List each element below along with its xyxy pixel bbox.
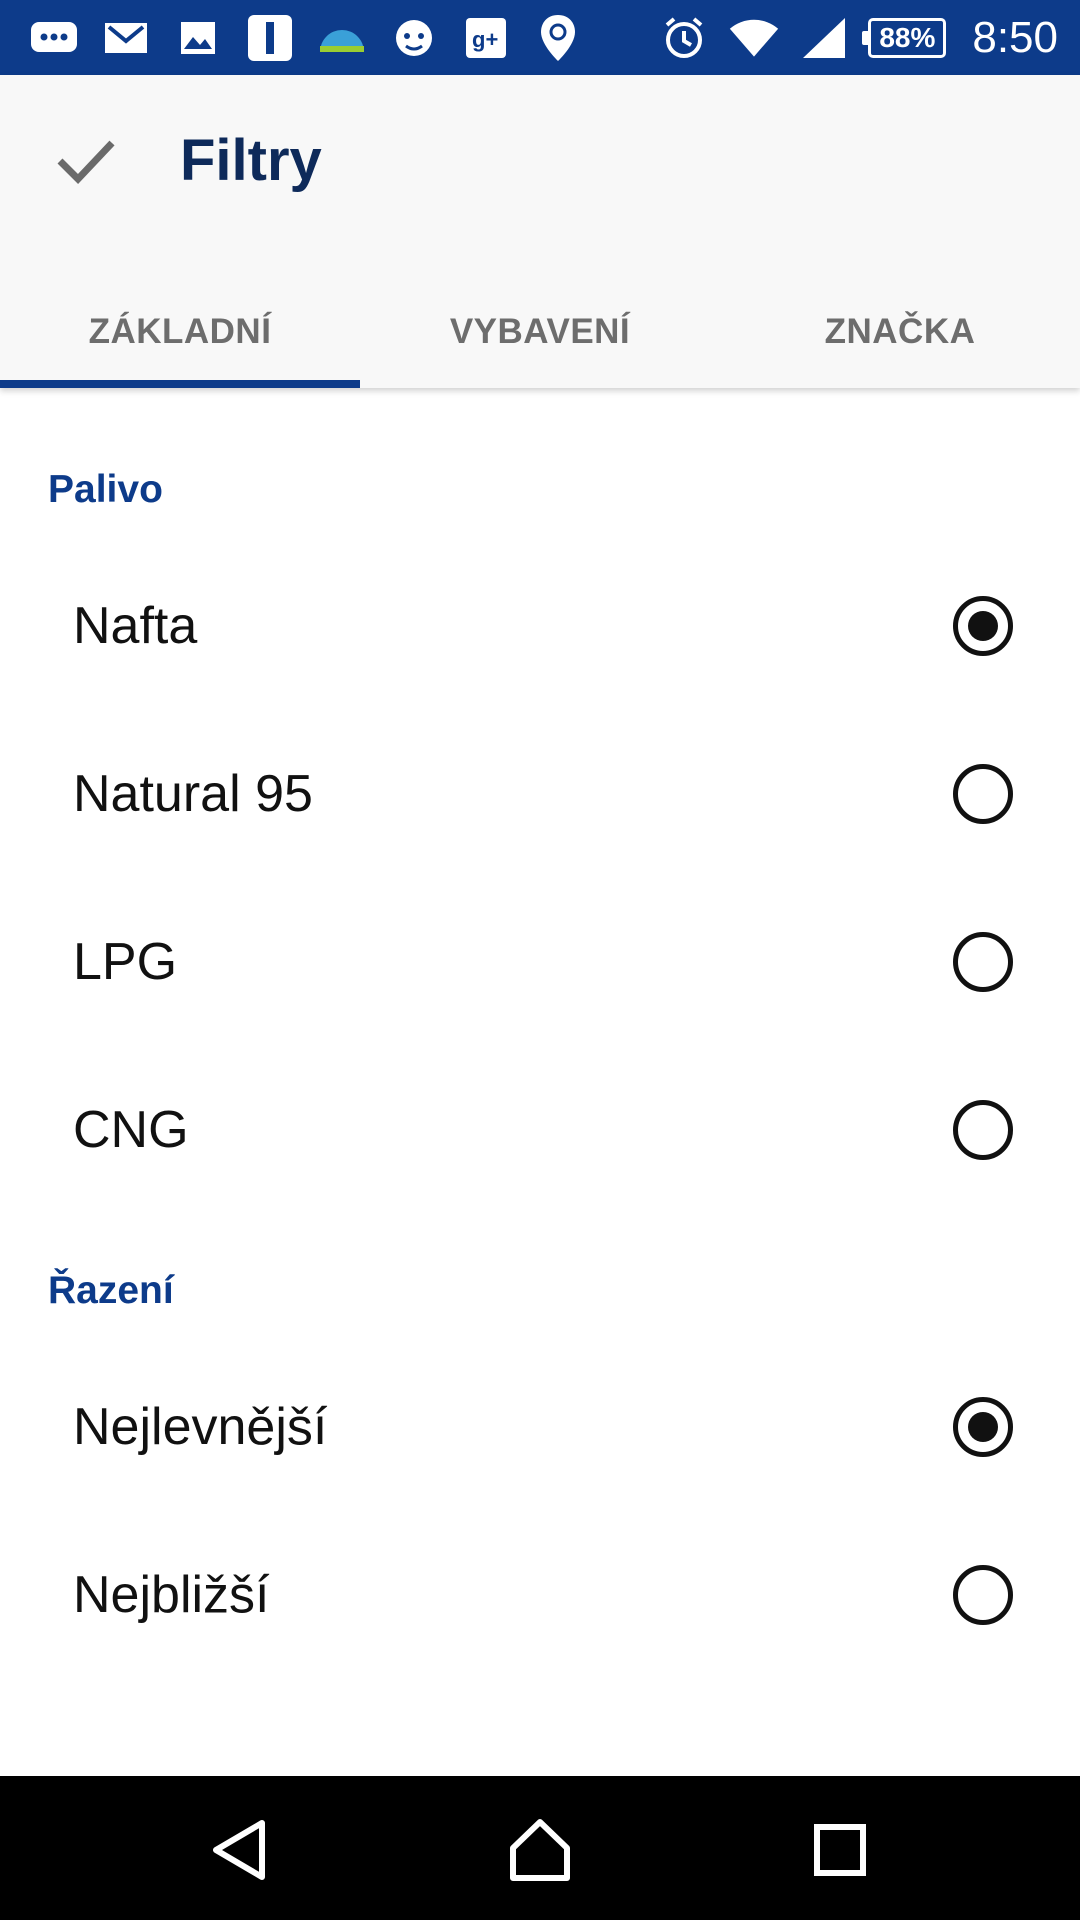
app-i-icon [244, 12, 296, 64]
wifi-icon [728, 12, 780, 64]
tab-zakladni[interactable]: ZÁKLADNÍ [0, 275, 360, 388]
radio-option-lpg[interactable]: LPG [0, 892, 1080, 1032]
weather-icon [316, 12, 368, 64]
tab-znacka[interactable]: ZNAČKA [720, 275, 1080, 388]
signal-icon [798, 12, 850, 64]
section-title-fuel: Palivo [48, 468, 163, 511]
page-title: Filtry [180, 128, 322, 193]
radio-option-nejlevnejsi[interactable]: Nejlevnější [0, 1357, 1080, 1497]
google-plus-icon: g+ [460, 12, 512, 64]
messages-icon [28, 12, 80, 64]
radio-button[interactable] [953, 932, 1013, 992]
option-label: LPG [73, 933, 178, 991]
system-indicators: 88% 8:50 [658, 0, 1058, 75]
navigation-bar [0, 1776, 1080, 1920]
radio-option-cng[interactable]: CNG [0, 1060, 1080, 1200]
app-bar: Filtry ZÁKLADNÍ VYBAVENÍ ZNAČKA [0, 75, 1080, 388]
notification-icons: g+ [28, 12, 604, 64]
clock: 8:50 [972, 12, 1058, 62]
check-icon[interactable] [52, 125, 120, 193]
option-label: Natural 95 [73, 765, 313, 823]
gmail-icon [100, 12, 152, 64]
radio-button-checked[interactable] [953, 596, 1013, 656]
location-pin-icon [532, 12, 584, 64]
radio-option-natural-95[interactable]: Natural 95 [0, 724, 1080, 864]
option-label: Nejlevnější [73, 1398, 328, 1456]
home-icon[interactable] [500, 1810, 580, 1890]
radio-option-nafta[interactable]: Nafta [0, 556, 1080, 696]
gallery-icon [172, 12, 224, 64]
recents-icon[interactable] [800, 1810, 880, 1890]
radio-option-nejblizsi[interactable]: Nejbližší [0, 1525, 1080, 1665]
alarm-icon [658, 12, 710, 64]
option-label: Nafta [73, 597, 198, 655]
status-bar: g+ 88% 8:50 [0, 0, 1080, 75]
tab-vybaveni[interactable]: VYBAVENÍ [360, 275, 720, 388]
radio-button-checked[interactable] [953, 1397, 1013, 1457]
radio-button[interactable] [953, 1100, 1013, 1160]
tab-bar: ZÁKLADNÍ VYBAVENÍ ZNAČKA [0, 275, 1080, 388]
section-title-sorting: Řazení [48, 1269, 174, 1312]
radio-button[interactable] [953, 764, 1013, 824]
battery-indicator: 88% [862, 17, 947, 58]
radio-button[interactable] [953, 1565, 1013, 1625]
back-icon[interactable] [200, 1810, 280, 1890]
svg-text:g+: g+ [472, 27, 498, 52]
option-label: Nejbližší [73, 1566, 270, 1624]
android-icon [388, 12, 440, 64]
option-label: CNG [73, 1101, 189, 1159]
